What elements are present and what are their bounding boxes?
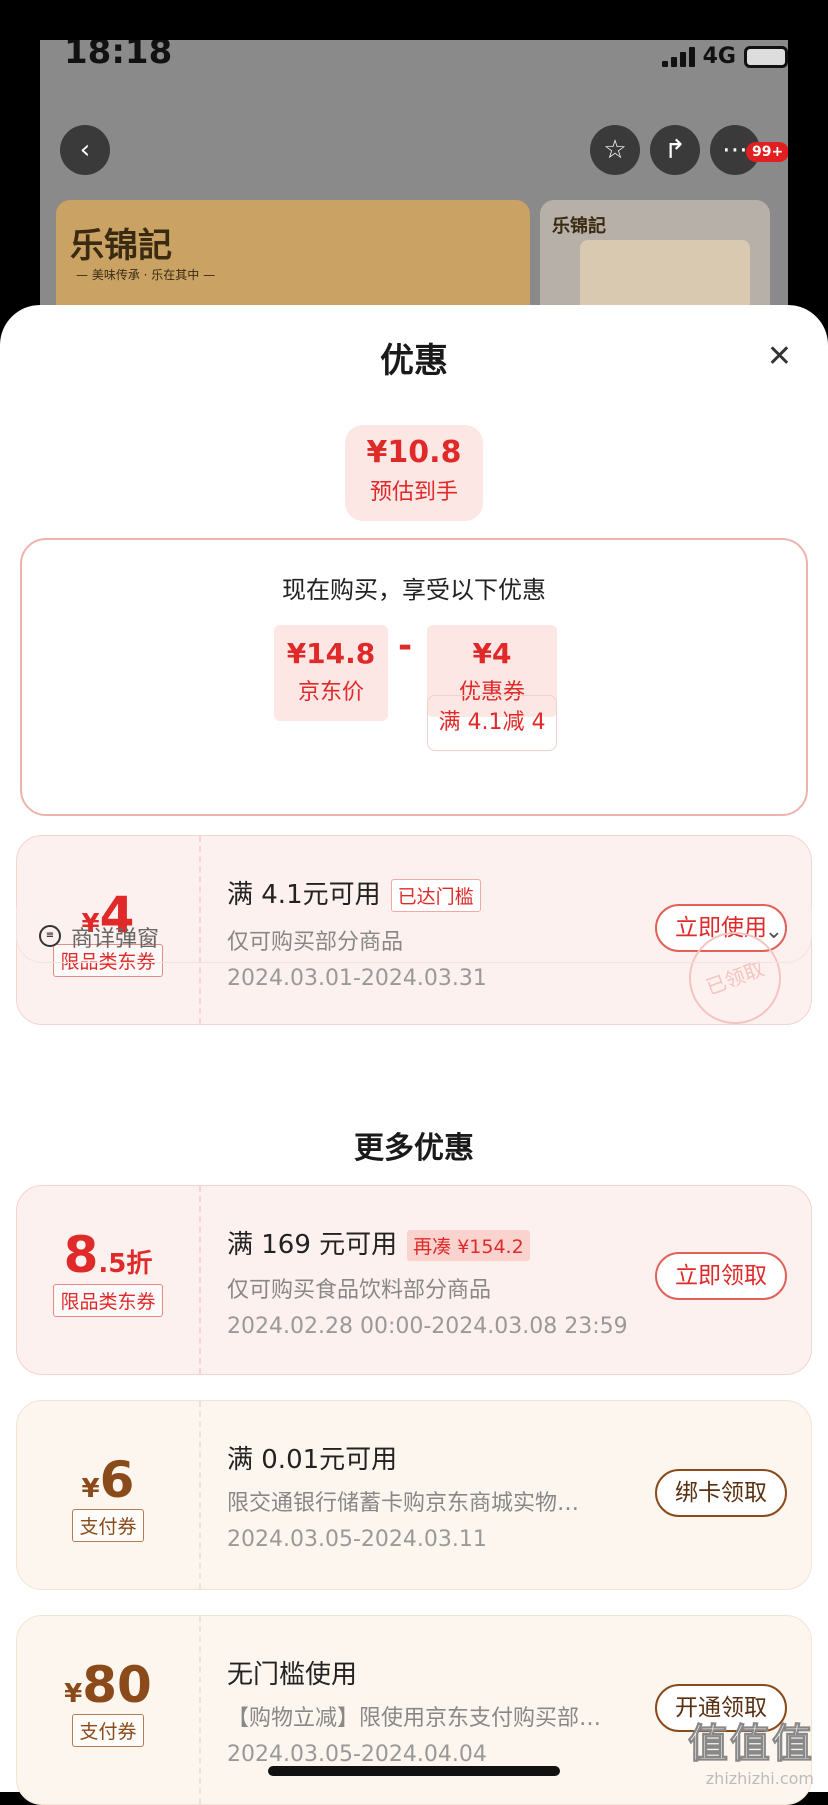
- notification-badge: 99+: [746, 142, 788, 162]
- network-label: 4G: [702, 44, 736, 69]
- coupon-type-tag: 支付券: [72, 1509, 144, 1542]
- watermark-logo: 值值值: [688, 1721, 814, 1768]
- coupon-desc: 仅可购买食品饮料部分商品: [227, 1278, 492, 1303]
- coupon-amount: ¥6: [81, 1451, 135, 1509]
- coupon-amount-area: ¥80 支付券: [17, 1616, 201, 1804]
- status-bar-right: 4G: [661, 44, 788, 69]
- coupon-type-tag: 限品类东券: [53, 1284, 163, 1317]
- discount-sheet: 优惠 ✕ ¥10.8 预估到手 现在购买，享受以下优惠 ¥14.8 京东价 - …: [0, 305, 828, 1805]
- coupon-condition: 满 4.1减 4: [427, 695, 557, 751]
- coupon-amount: ¥80: [64, 1656, 152, 1714]
- home-indicator[interactable]: [268, 1766, 560, 1776]
- coupon-amount-area: ¥6 支付券: [17, 1401, 201, 1589]
- coupon-date: 2024.03.05-2024.04.04: [227, 1742, 487, 1767]
- popup-row[interactable]: ≡ 商详弹窗 ⌄: [16, 907, 812, 963]
- jd-price-cell: ¥14.8 京东价: [274, 625, 388, 721]
- coupon-date: 2024.02.28 00:00-2024.03.08 23:59: [227, 1314, 628, 1339]
- status-time: 18:18: [64, 40, 173, 72]
- share-icon[interactable]: ↱: [650, 125, 700, 175]
- popup-label: 商详弹窗: [71, 927, 160, 952]
- coupon-amount: 8.5折: [63, 1226, 153, 1284]
- breakdown-heading: 现在购买，享受以下优惠: [282, 576, 546, 604]
- popup-icon: ≡: [39, 925, 61, 947]
- coupon-title: 满 0.01元可用: [227, 1445, 398, 1475]
- remaining-badge: 再凑 ¥154.2: [407, 1230, 530, 1261]
- sheet-title: 优惠: [380, 341, 448, 381]
- watermark-url: zhizhizhi.com: [705, 1769, 814, 1788]
- brand-logo-small: 乐锦記: [552, 216, 606, 237]
- claim-now-button[interactable]: 立即领取: [655, 1252, 787, 1300]
- jd-price-label: 京东价: [297, 680, 364, 705]
- minus-sign: -: [398, 626, 413, 666]
- estimated-price-box: ¥10.8 预估到手: [345, 425, 483, 521]
- bind-card-button[interactable]: 绑卡领取: [655, 1469, 787, 1517]
- star-icon[interactable]: ☆: [590, 125, 640, 175]
- coupon-amount-area: 8.5折 限品类东券: [17, 1186, 201, 1374]
- chevron-down-icon[interactable]: ⌄: [765, 919, 783, 944]
- coupon-date: 2024.03.01-2024.03.31: [227, 966, 487, 991]
- brand-logo: 乐锦記: [70, 226, 172, 266]
- product-page-background: 18:18 4G ‹ ☆ ↱ ⋯ 99+ 乐锦記 — 美味传承 · 乐在其中 —…: [40, 40, 788, 340]
- signal-icon: [661, 46, 695, 67]
- close-icon[interactable]: ✕: [767, 339, 792, 374]
- estimated-label: 预估到手: [369, 480, 458, 505]
- coupon-card-3: ¥6 支付券 满 0.01元可用 限交通银行储蓄卡购京东商城实物… 2024.0…: [16, 1400, 812, 1590]
- back-icon[interactable]: ‹: [60, 125, 110, 175]
- coupon-date: 2024.03.05-2024.03.11: [227, 1527, 487, 1552]
- coupon-card-2: 8.5折 限品类东券 满 169 元可用 再凑 ¥154.2 仅可购买食品饮料部分…: [16, 1185, 812, 1375]
- coupon-desc: 限交通银行储蓄卡购京东商城实物…: [227, 1491, 580, 1516]
- coupon-value: ¥4: [472, 637, 512, 670]
- jd-price-value: ¥14.8: [286, 637, 376, 670]
- coupon-title: 无门槛使用: [227, 1660, 358, 1690]
- coupon-desc: 【购物立减】限使用京东支付购买部…: [227, 1706, 602, 1731]
- brand-slogan: — 美味传承 · 乐在其中 —: [76, 268, 216, 282]
- coupon-type-tag: 支付券: [72, 1714, 144, 1747]
- coupon-title: 满 169 元可用 再凑 ¥154.2: [227, 1224, 530, 1261]
- more-discounts-title: 更多优惠: [354, 1131, 474, 1166]
- estimated-price: ¥10.8: [366, 435, 462, 470]
- battery-icon: [744, 45, 788, 68]
- site-watermark: 值值值 zhizhizhi.com: [688, 1711, 815, 1789]
- price-breakdown: 现在购买，享受以下优惠 ¥14.8 京东价 - ¥4 优惠券 满 4.1减 4: [20, 538, 808, 816]
